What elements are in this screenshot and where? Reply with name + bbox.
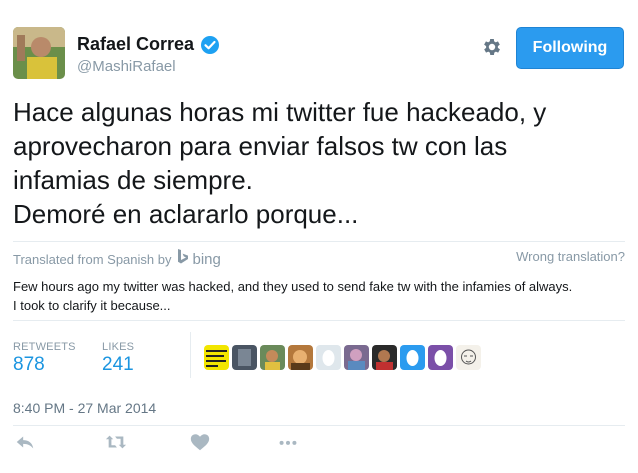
- user-handle[interactable]: @MashiRafael: [77, 58, 176, 75]
- like-icon[interactable]: [189, 431, 213, 455]
- tweet-line: Hace algunas horas mi twitter fue hackea…: [13, 97, 547, 127]
- liker-avatar[interactable]: [232, 345, 257, 370]
- wrong-translation-link[interactable]: Wrong translation?: [516, 249, 625, 264]
- user-name-row: Rafael Correa: [77, 34, 220, 55]
- tweet-text: Hace algunas horas mi twitter fue hackea…: [13, 95, 613, 231]
- default-egg-avatar[interactable]: [428, 345, 453, 370]
- bing-logo-text: bing: [192, 250, 221, 268]
- divider: [13, 241, 625, 242]
- likers-avatars: [204, 345, 481, 370]
- gear-icon[interactable]: [481, 36, 503, 58]
- avatar[interactable]: [13, 27, 65, 79]
- default-egg-avatar[interactable]: [400, 345, 425, 370]
- liker-avatar[interactable]: [372, 345, 397, 370]
- retweet-icon[interactable]: [104, 431, 128, 455]
- liker-avatar[interactable]: [288, 345, 313, 370]
- following-button[interactable]: Following: [516, 27, 624, 69]
- translation-label: Translated from Spanish by: [13, 251, 172, 267]
- liker-avatar[interactable]: [344, 345, 369, 370]
- verified-badge-icon: [200, 35, 220, 55]
- liker-avatar[interactable]: [204, 345, 229, 370]
- more-icon[interactable]: [276, 431, 300, 455]
- bing-logo-icon: [177, 249, 189, 269]
- user-name[interactable]: Rafael Correa: [77, 34, 194, 55]
- likes-count[interactable]: 241: [102, 354, 134, 376]
- tweet-line: Demoré en aclararlo porque...: [13, 199, 359, 229]
- liker-avatar[interactable]: [260, 345, 285, 370]
- retweets-count[interactable]: 878: [13, 354, 45, 376]
- translated-line: I took to clarify it because...: [13, 298, 171, 313]
- translated-line: Few hours ago my twitter was hacked, and…: [13, 279, 573, 294]
- translation-attribution: Translated from Spanish by bing: [13, 249, 221, 269]
- tweet-timestamp[interactable]: 8:40 PM - 27 Mar 2014: [13, 400, 156, 416]
- reply-icon[interactable]: [14, 431, 38, 455]
- retweets-label[interactable]: RETWEETS: [13, 341, 76, 353]
- stats-separator: [190, 332, 191, 378]
- translated-text: Few hours ago my twitter was hacked, and…: [13, 277, 613, 315]
- likes-label[interactable]: LIKES: [102, 341, 134, 353]
- liker-avatar[interactable]: [456, 345, 481, 370]
- divider: [13, 320, 625, 321]
- default-egg-avatar[interactable]: [316, 345, 341, 370]
- bing-logo[interactable]: bing: [177, 249, 221, 269]
- tweet-line: aprovecharon para enviar falsos tw con l…: [13, 131, 508, 161]
- divider: [13, 425, 625, 426]
- tweet-line: infamias de siempre.: [13, 165, 253, 195]
